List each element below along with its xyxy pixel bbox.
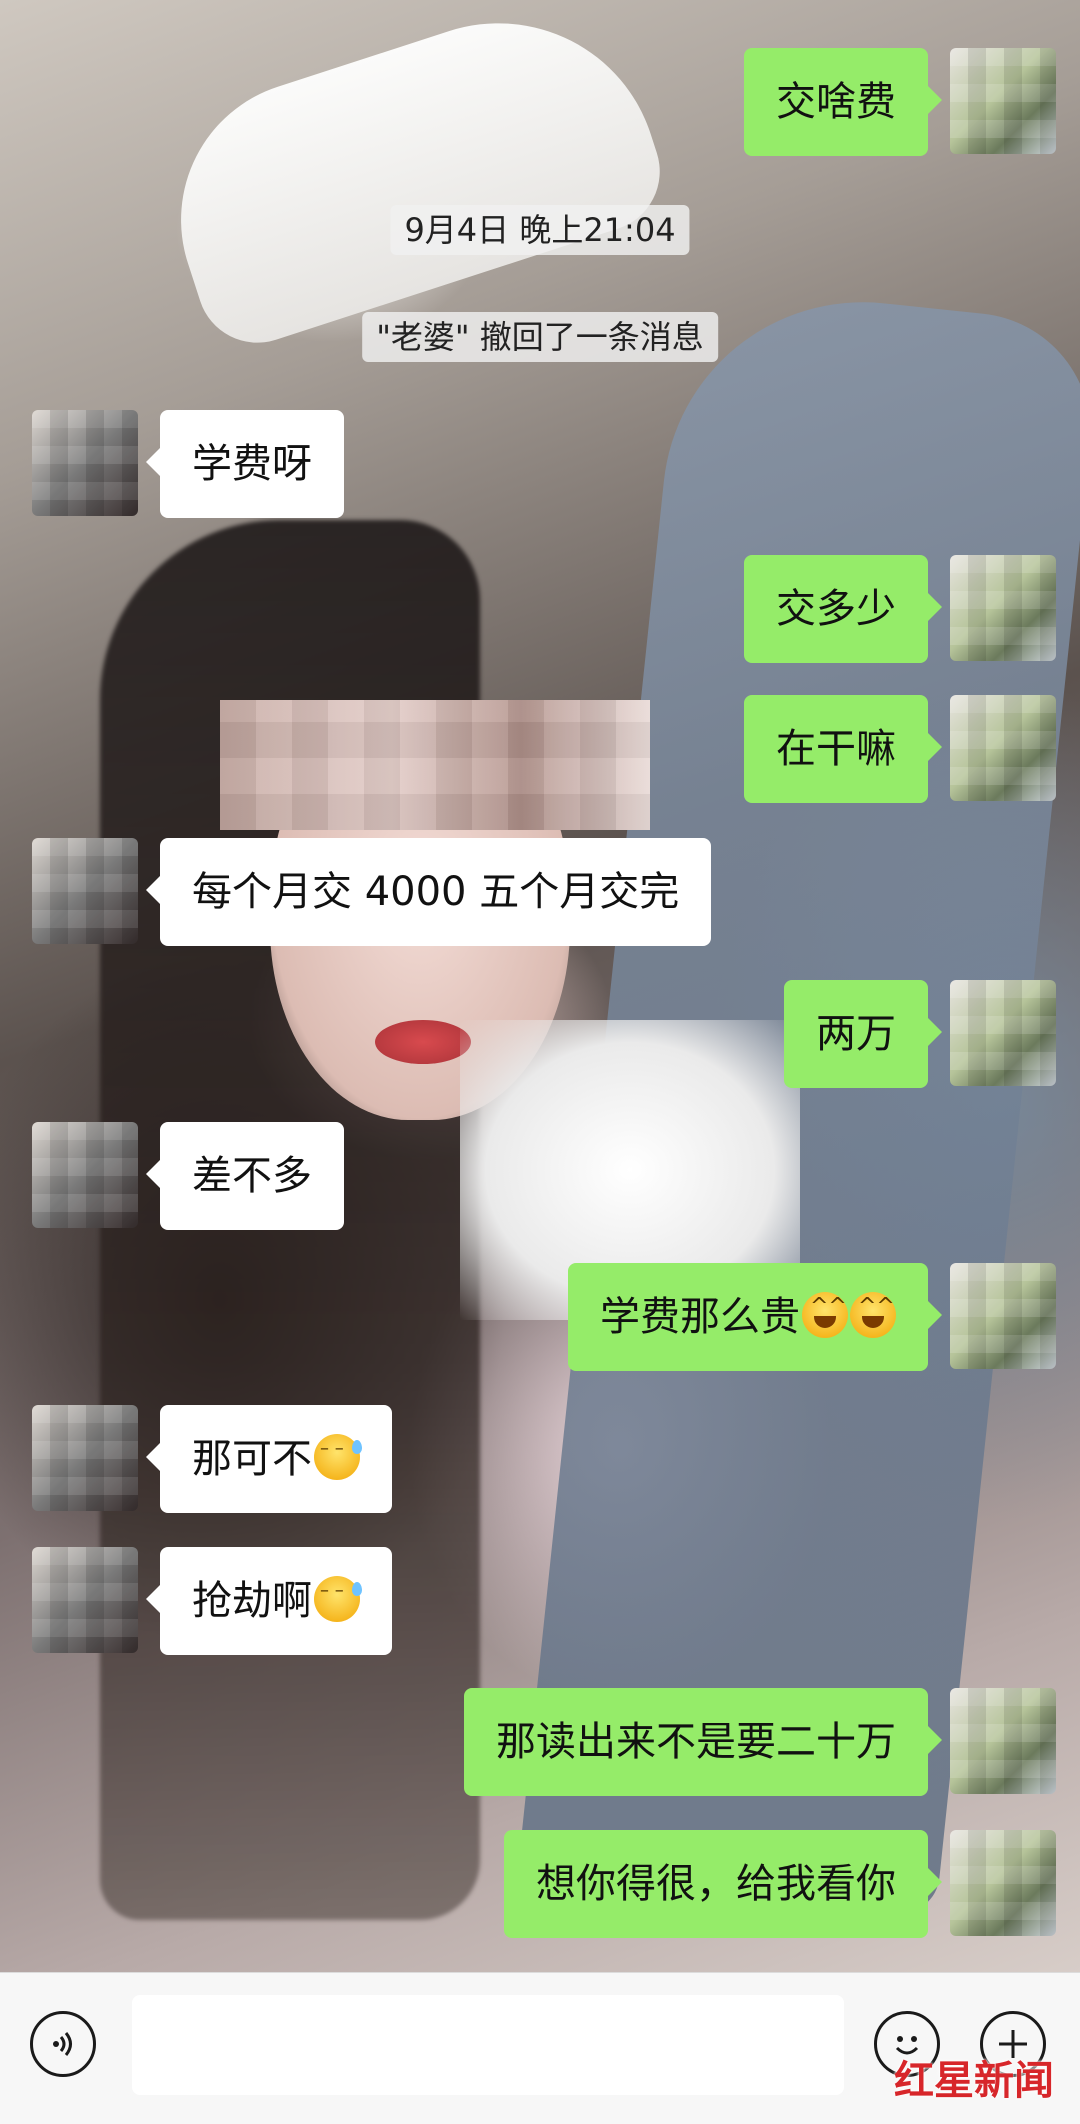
timestamp: 9月4日 晚上21:04	[390, 205, 690, 255]
avatar[interactable]	[950, 980, 1056, 1086]
message-bubble[interactable]: 学费呀	[146, 410, 344, 518]
message-bubble[interactable]: 差不多	[146, 1122, 344, 1230]
avatar[interactable]	[32, 1547, 138, 1653]
message-bubble[interactable]: 学费那么贵	[568, 1263, 942, 1371]
avatar[interactable]	[950, 695, 1056, 801]
message-row: 两万	[784, 980, 1056, 1088]
avatar[interactable]	[950, 555, 1056, 661]
message-row: 抢劫啊	[32, 1547, 392, 1655]
chat-area[interactable]: 交啥费 9月4日 晚上21:04 "老婆" 撤回了一条消息 学费呀 交多少 在干…	[0, 0, 1080, 1972]
message-row: 那可不	[32, 1405, 392, 1513]
message-row: 交啥费	[744, 48, 1056, 156]
message-input[interactable]	[132, 1995, 844, 2095]
avatar[interactable]	[950, 48, 1056, 154]
message-row: 学费那么贵	[568, 1263, 1056, 1371]
message-row: 交多少	[744, 555, 1056, 663]
voice-icon[interactable]	[30, 2011, 96, 2077]
message-bubble[interactable]: 抢劫啊	[146, 1547, 392, 1655]
message-bubble[interactable]: 交多少	[744, 555, 942, 663]
message-bubble[interactable]: 那可不	[146, 1405, 392, 1513]
avatar[interactable]	[32, 838, 138, 944]
sweat-emoji-icon	[314, 1434, 362, 1480]
message-row: 差不多	[32, 1122, 344, 1230]
watermark-logo: 红星新闻	[894, 2057, 1054, 2104]
avatar[interactable]	[32, 1405, 138, 1511]
laugh-cry-emoji-icon	[802, 1292, 848, 1338]
message-bubble[interactable]: 两万	[784, 980, 942, 1088]
laugh-cry-emoji-icon	[850, 1292, 896, 1338]
message-bubble[interactable]: 想你得很，给我看你	[504, 1830, 942, 1938]
sweat-emoji-icon	[314, 1576, 362, 1622]
message-bubble[interactable]: 交啥费	[744, 48, 942, 156]
message-row: 在干嘛	[744, 695, 1056, 803]
message-row: 那读出来不是要二十万	[464, 1688, 1056, 1796]
message-row: 学费呀	[32, 410, 344, 518]
message-bubble[interactable]: 那读出来不是要二十万	[464, 1688, 942, 1796]
voice-icon-glyph	[53, 2032, 72, 2056]
message-bubble[interactable]: 每个月交 4000 五个月交完	[145, 838, 712, 946]
avatar[interactable]	[950, 1263, 1056, 1369]
message-bubble[interactable]: 在干嘛	[744, 695, 942, 803]
avatar[interactable]	[32, 1122, 138, 1228]
avatar[interactable]	[32, 410, 138, 516]
message-row: 每个月交 4000 五个月交完	[32, 838, 712, 946]
message-row: 想你得很，给我看你	[504, 1830, 1056, 1938]
avatar[interactable]	[950, 1830, 1056, 1936]
avatar[interactable]	[950, 1688, 1056, 1794]
recall-notice: "老婆" 撤回了一条消息	[362, 312, 718, 362]
